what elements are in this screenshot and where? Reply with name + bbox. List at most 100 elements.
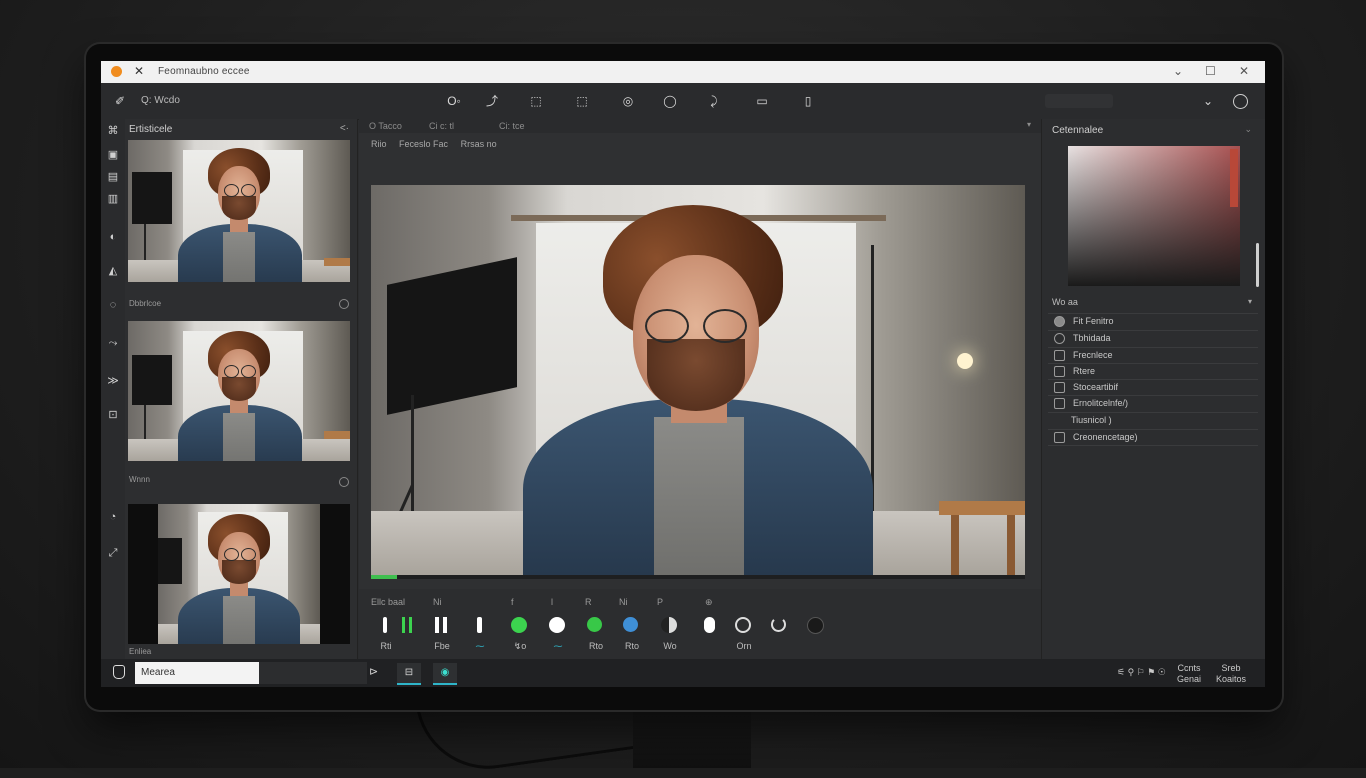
layer-row[interactable]: Rtere: [1048, 363, 1258, 379]
controls-heading-5: R: [585, 597, 592, 607]
layer-visibility-icon[interactable]: [1054, 333, 1065, 345]
control-label-7: Rto: [624, 641, 639, 651]
refresh-icon[interactable]: [771, 617, 787, 633]
ring-icon[interactable]: [735, 617, 751, 633]
thumbnail-2-option[interactable]: [339, 477, 349, 487]
workspace-label[interactable]: Q: Wcdo: [141, 89, 180, 113]
canvas-scrollbar[interactable]: [371, 575, 1025, 579]
layer-row[interactable]: Tiusnicol ): [1048, 412, 1258, 428]
color-white-swatch[interactable]: [549, 617, 565, 633]
tab-2[interactable]: Ci c: tl: [429, 121, 454, 131]
layer-visibility-icon[interactable]: [1054, 316, 1065, 328]
filename-input[interactable]: Mearea: [135, 662, 259, 684]
toggle-pill-icon[interactable]: [701, 617, 717, 633]
record-button[interactable]: ◉: [433, 663, 457, 685]
close-tab-icon[interactable]: ✕: [134, 64, 144, 78]
rail-export-icon[interactable]: ⊡: [107, 409, 119, 421]
pen-icon[interactable]: ✐: [109, 89, 131, 113]
layer-row[interactable]: Stoceartibif: [1048, 379, 1258, 395]
section-collapse-icon[interactable]: ▾: [1248, 297, 1252, 306]
pause-icon[interactable]: [433, 617, 449, 633]
dark-dot-icon[interactable]: [807, 617, 824, 634]
rail-list-icon[interactable]: ▤: [107, 171, 119, 183]
filename-extension-field[interactable]: [259, 662, 367, 684]
tool-brush[interactable]: ◎: [617, 89, 639, 113]
thumbnail-2[interactable]: [128, 321, 350, 461]
layer-row[interactable]: Fit Fenitro: [1048, 313, 1258, 329]
tool-lasso[interactable]: O◦: [443, 89, 465, 113]
rail-loop-icon[interactable]: ◌: [107, 299, 119, 311]
tab-3[interactable]: Ci: tce: [499, 121, 525, 131]
control-label-5: ⁓: [553, 641, 563, 651]
maximize-icon[interactable]: ☐: [1205, 64, 1216, 78]
rail-grid-icon[interactable]: ⌘: [107, 125, 119, 137]
tab-1[interactable]: O Tacco: [369, 121, 402, 131]
tabs-dropdown-icon[interactable]: ▾: [1027, 120, 1031, 129]
tool-crop[interactable]: ⤴︎: [481, 89, 503, 113]
minimize-icon[interactable]: ⌄: [1173, 64, 1183, 78]
rail-shape-icon[interactable]: ◭: [107, 265, 119, 277]
properties-panel: Cetennalee ⌄ Wo aa ▾ Fit Fenitro Tbhidad…: [1041, 119, 1265, 659]
slider-handle-2[interactable]: [471, 617, 487, 633]
layer-row[interactable]: Tbhidada: [1048, 330, 1258, 346]
layer-row[interactable]: Frecnlece: [1048, 347, 1258, 363]
control-label-8: Wo: [663, 641, 677, 651]
color-picker[interactable]: [1068, 146, 1240, 286]
rail-library-icon[interactable]: ▣: [107, 149, 119, 161]
thumbnail-2-caption: Wnnn: [129, 475, 150, 484]
status-text-a: Ccnts Genai: [1176, 663, 1202, 684]
thumbnail-1[interactable]: [128, 140, 350, 282]
half-tone-icon[interactable]: [661, 617, 677, 633]
controls-heading-2: Ni: [433, 597, 442, 607]
slider-handle-green[interactable]: [399, 617, 415, 633]
controls-heading-8[interactable]: ⊕: [705, 597, 713, 608]
chevron-down-icon[interactable]: ⌄: [1197, 89, 1219, 113]
tool-phone[interactable]: ▯: [797, 89, 819, 113]
user-icon[interactable]: [113, 665, 125, 679]
color-green2-swatch[interactable]: [587, 617, 603, 633]
color-blue-swatch[interactable]: [623, 617, 639, 633]
main-image-canvas[interactable]: [371, 185, 1025, 575]
control-label-3: ⁓: [475, 641, 485, 651]
left-icon-rail: ⌘ ▣ ▤ ▥ ◐ ◭ ◌ ⤳ ≫ ⊡ ◔ ⤢: [101, 119, 125, 659]
camera-button[interactable]: ⊟: [397, 663, 421, 685]
hue-slider[interactable]: [1230, 149, 1238, 207]
rail-history-icon[interactable]: ◔: [107, 511, 119, 523]
control-label-2: Fbe: [434, 641, 450, 651]
tool-mask[interactable]: ⬚: [571, 89, 593, 113]
thumbnail-3[interactable]: [128, 504, 350, 644]
settings-icon[interactable]: [1229, 89, 1251, 113]
tool-curve[interactable]: ⤸: [703, 89, 725, 113]
tool-frame[interactable]: ⬚: [525, 89, 547, 113]
canvas-scroll-thumb[interactable]: [371, 575, 397, 579]
layer-row[interactable]: Creonencetage): [1048, 429, 1258, 446]
thumbnail-1-option[interactable]: [339, 299, 349, 309]
rail-expand-icon[interactable]: ⤢: [107, 547, 119, 559]
status-icons[interactable]: ⚟ ⚲ ⚐ ⚑ ☉: [1117, 667, 1166, 678]
color-green-swatch[interactable]: [511, 617, 527, 633]
rail-adjust-icon[interactable]: ◐: [107, 231, 119, 243]
search-field[interactable]: [1045, 94, 1113, 108]
tool-rect[interactable]: ▭: [751, 89, 773, 113]
chevron-down-icon[interactable]: ⌄: [1244, 124, 1252, 135]
close-window-icon[interactable]: ✕: [1239, 64, 1249, 78]
panel-title: Ertisticele: [129, 124, 173, 135]
subtab-2[interactable]: Feceslo Fac: [399, 139, 448, 149]
controls-heading-1: Ellc baal: [371, 597, 406, 607]
canvas-subtabs: Riio Feceslo Fac Rrsas no: [371, 139, 497, 149]
tool-ellipse[interactable]: ◯: [659, 89, 681, 113]
layer-row[interactable]: Ernolitcelnfe/): [1048, 395, 1258, 411]
canvas-area: O Tacco Ci c: tl Ci: tce ▾ Riio Feceslo …: [359, 119, 1041, 659]
rail-layers-icon[interactable]: ▥: [107, 193, 119, 205]
rail-path-icon[interactable]: ⤳: [107, 337, 119, 349]
filmstrip-panel: Ertisticele <· Dbbrlcoe Wnnn Enliea: [125, 119, 358, 659]
subtab-3[interactable]: Rrsas no: [461, 139, 497, 149]
play-icon[interactable]: ⊳: [369, 665, 378, 678]
controls-heading-4: l: [551, 597, 553, 607]
slider-handle-1[interactable]: [377, 617, 393, 633]
rail-forward-icon[interactable]: ≫: [107, 375, 119, 387]
panel-scrollbar[interactable]: [1256, 243, 1259, 287]
subtab-1[interactable]: Riio: [371, 139, 387, 149]
collapse-panel-icon[interactable]: <·: [340, 123, 349, 134]
controls-heading-6: Ni: [619, 597, 628, 607]
